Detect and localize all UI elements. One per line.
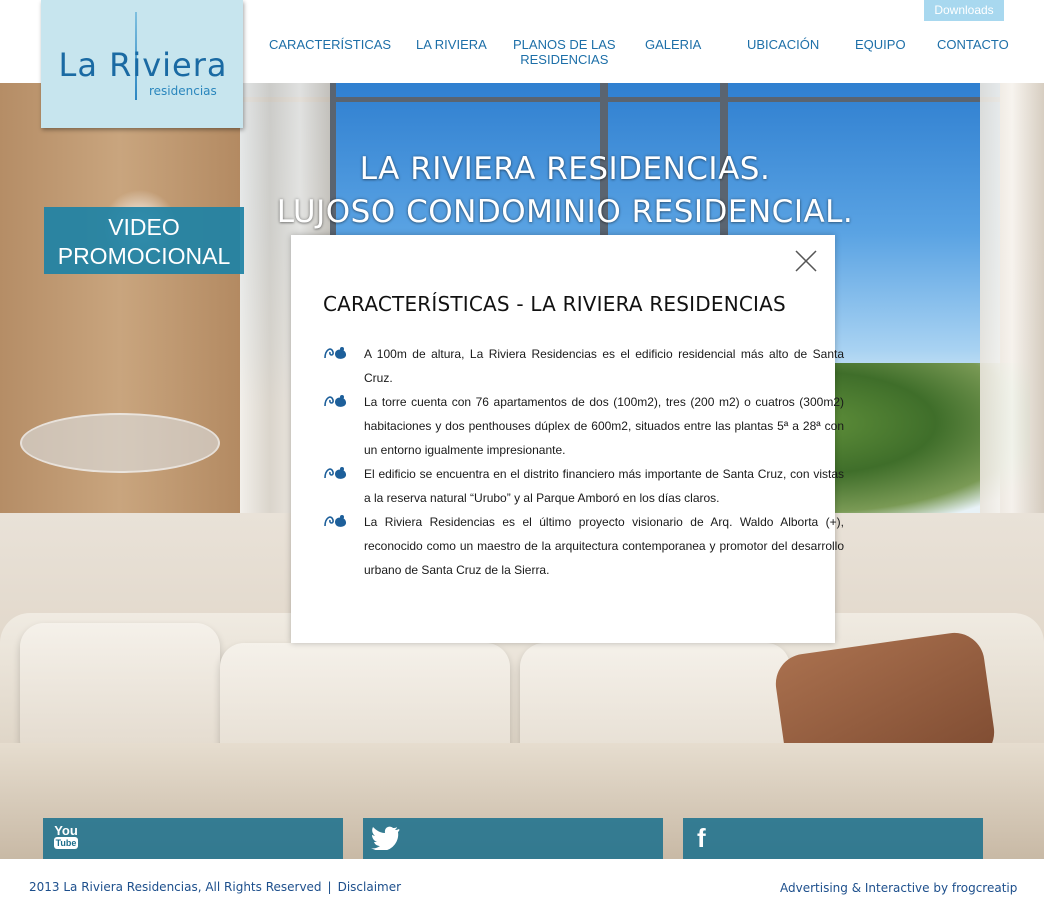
nav-item-planos[interactable]: PLANOS DE LAS RESIDENCIAS (513, 37, 616, 67)
nav-item-caracteristicas[interactable]: CARACTERÍSTICAS (269, 37, 391, 52)
nav-item-planos-line1: PLANOS DE LAS (513, 37, 616, 52)
nav-item-equipo[interactable]: EQUIPO (855, 37, 906, 52)
facebook-icon: f (697, 823, 706, 853)
logo-sub-text: residencias (149, 84, 217, 98)
window-mullion (240, 97, 1000, 102)
twitter-link[interactable] (363, 818, 663, 859)
downloads-button[interactable]: Downloads (924, 0, 1004, 21)
footer-separator: | (327, 880, 332, 894)
hero-headline-line2: LUJOSO CONDOMINIO RESIDENCIAL. (276, 194, 854, 230)
hero-dining-table (20, 413, 220, 473)
feature-text: El edificio se encuentra en el distrito … (364, 467, 844, 505)
modal-title: CARACTERÍSTICAS - LA RIVIERA RESIDENCIAS (323, 292, 786, 316)
nav-item-contacto[interactable]: CONTACTO (937, 37, 1009, 52)
nav-item-ubicacion[interactable]: UBICACIÓN (747, 37, 819, 52)
video-promocional-button[interactable]: VIDEO PROMOCIONAL (44, 207, 244, 274)
video-button-line1: VIDEO (108, 214, 180, 240)
nav-item-planos-line2: RESIDENCIAS (520, 52, 609, 67)
footer-left: 2013 La Riviera Residencias, All Rights … (29, 880, 401, 894)
youtube-link[interactable]: You Tube (43, 818, 343, 859)
site-logo[interactable]: La Riviera residencias (41, 0, 243, 128)
logo-main-text: La Riviera (58, 46, 228, 84)
caracteristicas-modal: CARACTERÍSTICAS - LA RIVIERA RESIDENCIAS… (291, 235, 844, 643)
nav-item-la-riviera[interactable]: LA RIVIERA (416, 37, 487, 52)
facebook-link[interactable]: f (683, 818, 983, 859)
feature-text: La torre cuenta con 76 apartamentos de d… (364, 395, 844, 457)
close-icon[interactable] (794, 249, 818, 273)
hero-headline-line1: LA RIVIERA RESIDENCIAS. (359, 151, 771, 187)
bullet-swirl-icon (324, 395, 347, 407)
hero-headline: LA RIVIERA RESIDENCIAS. LUJOSO CONDOMINI… (240, 148, 890, 234)
nav-item-galeria[interactable]: GALERIA (645, 37, 701, 52)
youtube-icon: You Tube (54, 824, 78, 849)
disclaimer-link[interactable]: Disclaimer (338, 880, 401, 894)
feature-text: La Riviera Residencias es el último proy… (364, 515, 844, 577)
site-footer: 2013 La Riviera Residencias, All Rights … (0, 859, 1044, 906)
youtube-icon-bottom: Tube (54, 837, 78, 849)
feature-text: A 100m de altura, La Riviera Residencias… (364, 347, 844, 385)
agency-credit-link[interactable]: Advertising & Interactive by frogcreatip (780, 881, 1017, 895)
twitter-icon (371, 826, 400, 850)
bullet-swirl-icon (324, 467, 347, 479)
bullet-swirl-icon (324, 347, 347, 359)
bullet-swirl-icon (324, 515, 347, 527)
youtube-icon-top: You (54, 823, 78, 838)
sofa-cushion (20, 623, 220, 763)
copyright-text: 2013 La Riviera Residencias, All Rights … (29, 880, 322, 894)
video-button-line2: PROMOCIONAL (57, 243, 231, 269)
